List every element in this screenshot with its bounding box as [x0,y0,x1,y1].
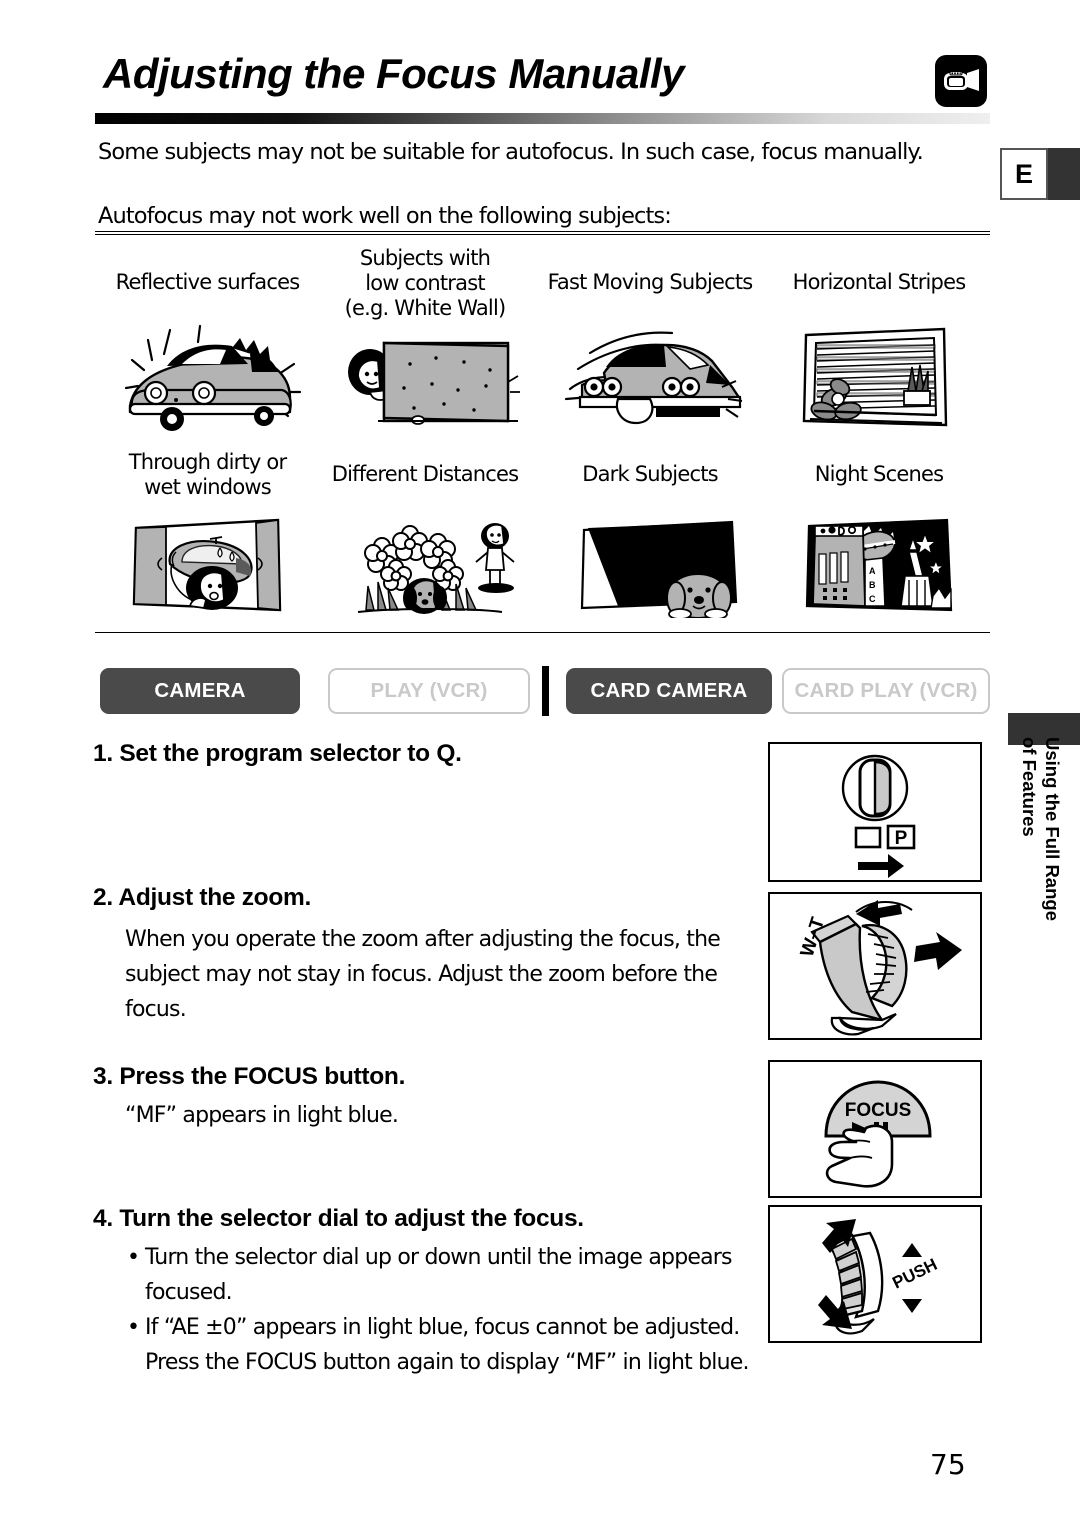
step-1-heading: 1. Set the program selector to Q. [93,740,462,767]
step-4-body: Turn the selector dial up or down until … [125,1240,765,1380]
title-rule [95,113,990,124]
step-2-body-line-1: When you operate the zoom after adjustin… [125,927,721,952]
tab-card-camera[interactable]: CARD CAMERA [566,668,772,714]
manual-page: Adjusting the Focus Manually Some subjec… [0,0,1080,1534]
camcorder-icon [935,55,987,107]
step-4-bullet-2-line-1: If “AE ±0” appears in light blue, focus … [145,1315,740,1340]
subject-label-night-scenes: Night Scenes [814,462,944,486]
night-city-illustration: ABC [805,518,953,618]
step-4-bullet-2-line-2: Press the FOCUS button again to display … [145,1350,749,1375]
svg-text:P: P [895,828,908,849]
svg-text:A: A [869,566,876,576]
step-4-bullet-2: If “AE ±0” appears in light blue, focus … [125,1310,765,1380]
subject-label-dark-subjects: Dark Subjects [582,462,718,486]
tab-camera[interactable]: CAMERA [100,668,300,714]
tab-card-play-vcr[interactable]: CARD PLAY (VCR) [782,668,990,714]
step-4-bullet-1-line-2: focused. [145,1280,233,1305]
svg-text:B: B [869,580,876,590]
window-blinds-illustration [800,325,950,435]
mode-tab-bar: CAMERA PLAY (VCR) CARD CAMERA CARD PLAY … [100,666,990,716]
page-number: 75 [930,1448,966,1481]
white-wall-illustration [340,330,520,435]
step-4-heading: 4. Turn the selector dial to adjust the … [93,1205,584,1232]
subject-label-dirty-windows: Through dirty or wet windows [128,450,287,499]
step-2-body-line-2: subject may not stay in focus. Adjust th… [125,962,718,1022]
page-title: Adjusting the Focus Manually [103,50,685,97]
subjects-heading: Autofocus may not work well on the follo… [98,203,672,229]
tab-divider [542,666,549,716]
subject-label-different-distances: Different Distances [331,462,519,486]
svg-text:PUSH: PUSH [889,1255,940,1293]
shiny-car-illustration [112,320,307,435]
step-2-heading: 2. Adjust the zoom. [93,884,311,911]
subject-label-reflective: Reflective surfaces [115,270,301,294]
dark-subject-dog-illustration [580,520,745,618]
svg-text:C: C [869,594,876,604]
focus-button-diagram: FOCUS [768,1060,982,1198]
step-4-bullet-1-line-1: Turn the selector dial up or down until … [145,1245,733,1270]
step-3-heading: 3. Press the FOCUS button. [93,1063,406,1090]
speeding-car-illustration [560,325,765,435]
step-4-bullet-1: Turn the selector dial up or down until … [125,1240,765,1310]
tab-play-vcr[interactable]: PLAY (VCR) [328,668,530,714]
program-selector-dial-diagram: P [768,742,982,882]
subjects-rule-top [95,231,990,235]
language-tab-e: E [1000,148,1048,200]
rainy-window-illustration [132,518,282,618]
subjects-rule-bottom [95,632,990,633]
subject-label-horizontal-stripes: Horizontal Stripes [792,270,967,294]
selector-dial-push-diagram: PUSH [768,1205,982,1343]
chapter-tab-text: Using the Full Range of Features [1019,737,1063,921]
zoom-lever-diagram: W–T [768,892,982,1040]
intro-text: Some subjects may not be suitable for au… [98,139,924,165]
step-2-body: When you operate the zoom after adjustin… [125,922,765,1027]
subject-label-fast-moving: Fast Moving Subjects [547,270,754,294]
flowers-dog-person-illustration [352,518,524,620]
margin-tab-block [1046,148,1080,200]
svg-text:FOCUS: FOCUS [845,1100,912,1121]
step-3-body: “MF” appears in light blue. [125,1103,399,1128]
subject-label-low-contrast: Subjects with low contrast (e.g. White Wal… [344,246,507,320]
